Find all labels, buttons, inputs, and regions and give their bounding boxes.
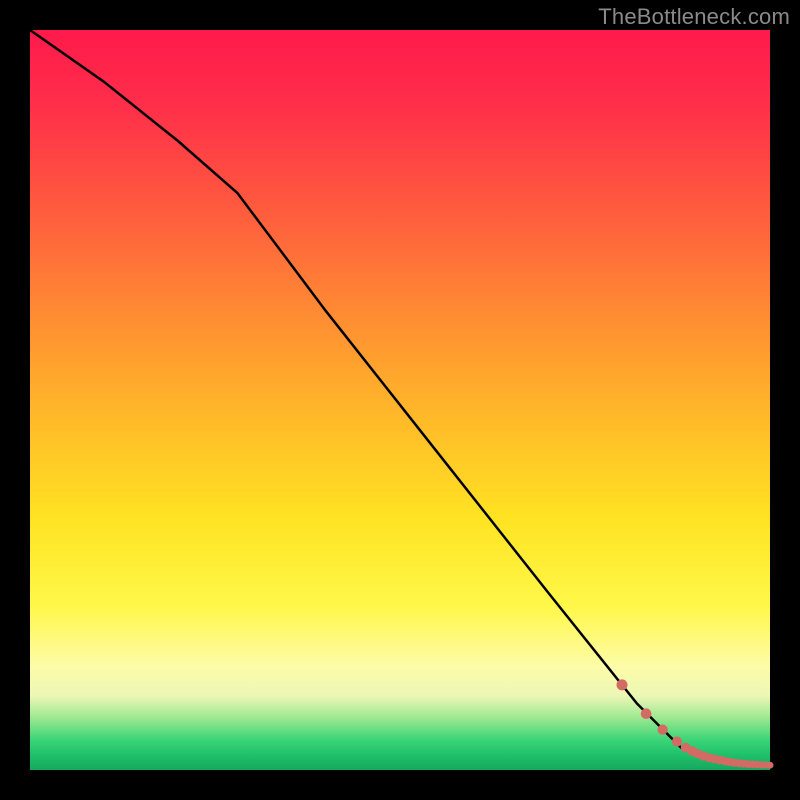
series-dotted-tail bbox=[617, 679, 774, 768]
series-curve-line bbox=[30, 30, 770, 766]
chart-overlay bbox=[30, 30, 770, 770]
watermark-text: TheBottleneck.com bbox=[598, 4, 790, 30]
chart-frame: TheBottleneck.com bbox=[0, 0, 800, 800]
